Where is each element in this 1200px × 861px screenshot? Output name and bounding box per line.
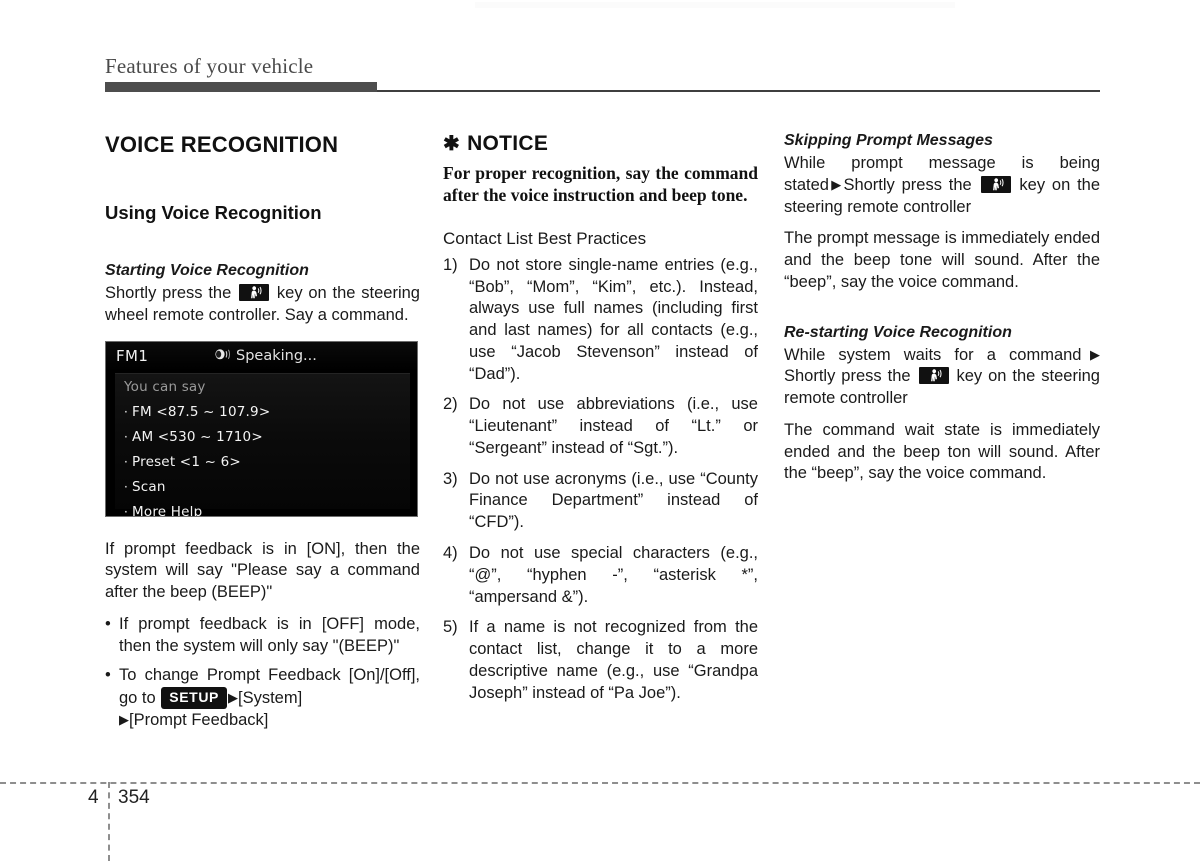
- list-item: • To change Prompt Feedback [On]/[Off], …: [105, 665, 420, 731]
- head-unit-command-item: · More Help: [124, 503, 410, 517]
- heading-starting-voice-recognition: Starting Voice Recognition: [105, 262, 309, 279]
- skipping-text-before-key: Shortly press the: [843, 175, 972, 194]
- list-item: 2) Do not use abbreviations (i.e., use “…: [443, 394, 758, 459]
- paragraph-skipping-steps: While prompt message is being stated▶Sho…: [784, 153, 1100, 218]
- voice-recognition-key-icon: [918, 367, 949, 385]
- chevron-right-icon: ▶: [1081, 346, 1100, 362]
- list-text: Do not store single-name entries (e.g., …: [469, 255, 758, 383]
- list-number: 1): [443, 255, 458, 274]
- head-unit-source-label: FM1: [116, 347, 149, 366]
- paragraph-restarting-result: The command wait state is immediately en…: [784, 420, 1100, 483]
- heading-contact-list-best-practices: Contact List Best Practices: [443, 228, 647, 248]
- footer-horizontal-rule: [0, 782, 1200, 784]
- contact-list-best-practices-list: 1) Do not store single-name entries (e.g…: [443, 255, 758, 705]
- head-unit-command-label: Scan: [132, 478, 166, 495]
- paragraph-restarting-steps: While system waits for a command▶ Shortl…: [784, 345, 1100, 410]
- head-unit-status: Speaking...: [214, 347, 317, 366]
- chevron-right-icon: ▶: [119, 711, 129, 727]
- list-dot: ·: [124, 504, 129, 517]
- head-unit-command-item: · FM <87.5 ~ 107.9>: [124, 404, 410, 420]
- head-unit-status-label: Speaking...: [236, 348, 317, 365]
- voice-recognition-key-icon: [980, 175, 1011, 193]
- list-item: 3) Do not use acronyms (i.e., use “Count…: [443, 469, 758, 534]
- list-item: 4) Do not use special characters (e.g., …: [443, 543, 758, 608]
- list-text: Do not use abbreviations (i.e., use “Lie…: [469, 395, 758, 457]
- heading-skipping-prompt-messages: Skipping Prompt Messages: [784, 132, 993, 149]
- middle-column: ✱ NOTICE For proper recognition, say the…: [443, 132, 758, 713]
- footer-page-number: 354: [118, 787, 150, 808]
- head-unit-display-image: FM1 Speaking... You can say · FM <87.5 ~ …: [105, 340, 418, 517]
- bullet-glyph: •: [105, 666, 111, 685]
- subsection-title-using-voice-recognition: Using Voice Recognition: [105, 202, 322, 223]
- setup-path-system: [System]: [237, 689, 303, 708]
- paragraph-skipping-result: The prompt message is immediately ended …: [784, 229, 1100, 291]
- chevron-right-icon: ▶: [828, 176, 844, 192]
- left-column: VOICE RECOGNITION Using Voice Recognitio…: [105, 132, 420, 740]
- head-unit-command-item: · AM <530 ~ 1710>: [124, 429, 410, 445]
- prompt-feedback-bullet-list: • If prompt feedback is in [OFF] mode, t…: [105, 614, 420, 732]
- header-rule: [105, 82, 1100, 92]
- right-column: Skipping Prompt Messages While prompt me…: [784, 132, 1100, 495]
- list-item: 1) Do not store single-name entries (e.g…: [443, 255, 758, 386]
- list-item: 5) If a name is not recognized from the …: [443, 617, 758, 704]
- heading-restarting-voice-recognition: Re-starting Voice Recognition: [784, 323, 1012, 341]
- bullet-text-setup-path: To change Prompt Feedback [On]/[Off], go…: [119, 665, 420, 731]
- list-number: 2): [443, 395, 458, 414]
- footer-vertical-rule: [108, 782, 110, 861]
- asterisk-icon: ✱: [443, 133, 461, 155]
- notice-heading-label: NOTICE: [467, 132, 549, 155]
- list-dot: ·: [124, 404, 129, 419]
- section-title-voice-recognition: VOICE RECOGNITION: [105, 132, 339, 157]
- paragraph-prompt-feedback-on: If prompt feedback is in [ON], then the …: [105, 539, 420, 602]
- page-title: Features of your vehicle: [105, 54, 314, 78]
- head-unit-hint-label: You can say: [124, 378, 206, 395]
- page-scan-artifact-top: [475, 2, 955, 8]
- notice-body-text: For proper recognition, say the command …: [443, 163, 758, 206]
- speaking-icon: [214, 347, 231, 366]
- paragraph-starting-voice-recognition: Shortly press the key on the steering wh…: [105, 283, 420, 327]
- list-item: • If prompt feedback is in [OFF] mode, t…: [105, 614, 420, 658]
- head-unit-command-label: More Help: [132, 503, 203, 517]
- head-unit-command-item: · Preset <1 ~ 6>: [124, 454, 410, 470]
- list-text: Do not use acronyms (i.e., use “County F…: [469, 469, 758, 532]
- setup-path-prompt-feedback: [Prompt Feedback]: [129, 710, 269, 729]
- list-number: 5): [443, 618, 458, 637]
- list-dot: ·: [124, 429, 129, 444]
- list-dot: ·: [124, 454, 129, 469]
- bullet-glyph: •: [105, 614, 111, 633]
- list-number: 3): [443, 469, 458, 488]
- restarting-text-before-arrow: While system waits for a command: [784, 345, 1082, 364]
- head-unit-command-label: Preset <1 ~ 6>: [132, 453, 241, 470]
- restarting-text-before-key: Shortly press the: [784, 367, 911, 386]
- head-unit-command-item: · Scan: [124, 479, 410, 495]
- head-unit-command-label: FM <87.5 ~ 107.9>: [132, 403, 271, 420]
- page-header: Features of your vehicle: [105, 56, 1100, 92]
- page-scan-artifact: [107, 104, 113, 120]
- voice-recognition-key-icon: [239, 284, 270, 301]
- chevron-right-icon: ▶: [227, 690, 238, 706]
- list-number: 4): [443, 543, 458, 562]
- starting-text-before-key: Shortly press the: [105, 284, 232, 302]
- footer-chapter-number: 4: [88, 787, 99, 808]
- head-unit-command-panel: You can say · FM <87.5 ~ 107.9> · AM <530 …: [115, 372, 410, 516]
- header-rule-thick: [105, 82, 377, 92]
- setup-button-badge[interactable]: SETUP: [161, 687, 227, 709]
- head-unit-command-label: AM <530 ~ 1710>: [132, 428, 263, 445]
- bullet-text: If prompt feedback is in [OFF] mode, the…: [119, 614, 420, 655]
- list-text: If a name is not recognized from the con…: [469, 618, 758, 702]
- list-text: Do not use special characters (e.g., “@”…: [469, 543, 758, 606]
- head-unit-top-bar: FM1 Speaking...: [106, 341, 417, 371]
- list-dot: ·: [124, 479, 129, 494]
- notice-heading: ✱ NOTICE: [443, 132, 758, 156]
